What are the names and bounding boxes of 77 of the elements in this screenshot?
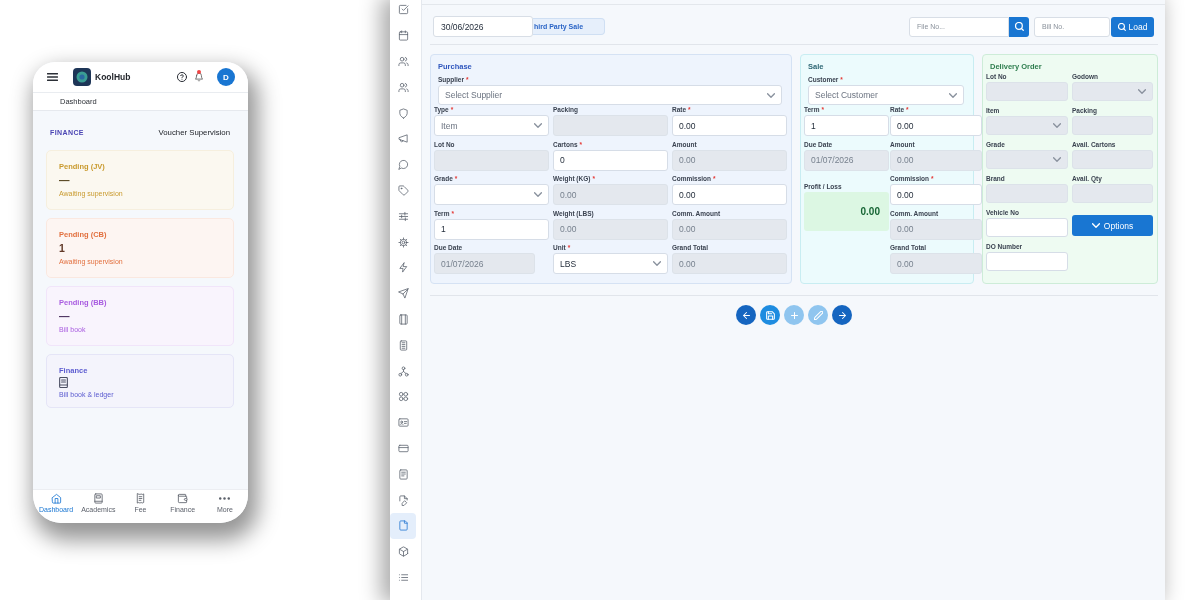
users-icon xyxy=(397,56,409,67)
next-button[interactable] xyxy=(832,305,852,325)
sliders-icon xyxy=(397,210,409,222)
chat-icon xyxy=(397,159,409,171)
card-value: — xyxy=(59,309,70,323)
text-field[interactable]: 1 xyxy=(434,218,549,240)
arrow-right-icon xyxy=(837,310,847,320)
select-field[interactable]: Select Supplier xyxy=(438,85,782,105)
save-button[interactable] xyxy=(760,305,780,325)
id-card-icon xyxy=(397,417,409,429)
help-icon[interactable] xyxy=(177,72,187,82)
network-icon xyxy=(397,365,409,377)
back-button[interactable] xyxy=(736,305,756,325)
more-icon xyxy=(219,497,231,500)
plus-icon xyxy=(789,310,799,320)
calendar-icon xyxy=(397,30,409,42)
search-icon xyxy=(1014,22,1024,31)
text-field[interactable] xyxy=(986,218,1068,237)
chevron-down-icon xyxy=(1091,223,1100,228)
text-field[interactable]: 0 xyxy=(553,149,668,171)
select-field[interactable]: Item xyxy=(434,115,549,136)
avatar[interactable]: D xyxy=(217,68,235,86)
chevron-down-icon xyxy=(1138,89,1146,94)
search-icon xyxy=(1117,22,1126,31)
chevron-down-icon xyxy=(767,92,775,98)
select-field[interactable] xyxy=(434,184,549,205)
save-icon xyxy=(765,310,775,320)
profit-display: 0.00 xyxy=(804,192,889,231)
chevron-down-icon xyxy=(534,192,542,197)
checkbox-icon xyxy=(397,4,409,16)
credit-card-icon xyxy=(397,442,409,454)
text-field[interactable]: 0.00 xyxy=(890,115,982,136)
list-icon xyxy=(397,571,409,583)
text-field[interactable]: 0.00 xyxy=(672,184,787,205)
wallet-icon xyxy=(177,493,189,504)
card-value: 1 xyxy=(59,241,65,255)
columns-icon xyxy=(397,313,409,325)
file-icon xyxy=(397,520,409,532)
card-value: — xyxy=(59,173,70,187)
text-field[interactable]: 0.00 xyxy=(890,184,982,205)
menu-icon[interactable] xyxy=(47,73,58,81)
text-field[interactable] xyxy=(986,252,1068,271)
cube-icon xyxy=(397,546,409,558)
receipt-icon xyxy=(135,493,146,504)
arrow-left-icon xyxy=(741,310,751,320)
load-button[interactable]: Load xyxy=(1111,16,1154,37)
text-field[interactable]: 0.00 xyxy=(672,115,787,136)
sidebar-item[interactable] xyxy=(390,512,416,539)
app-name: KoolHub xyxy=(95,72,131,82)
megaphone-icon xyxy=(397,133,409,145)
bell-icon[interactable] xyxy=(195,72,203,82)
chevron-down-icon xyxy=(1053,157,1061,162)
home-icon xyxy=(50,493,62,504)
shield-icon xyxy=(397,107,409,119)
pencil-icon xyxy=(813,310,823,320)
select-field[interactable]: LBS xyxy=(553,253,668,274)
users-icon xyxy=(397,81,409,93)
chevron-down-icon xyxy=(949,92,957,98)
tag-icon xyxy=(397,184,409,196)
notes-icon xyxy=(397,339,409,351)
grid-icon xyxy=(397,391,409,403)
chevron-down-icon xyxy=(534,123,542,128)
chevron-down-icon xyxy=(653,261,661,266)
document-icon xyxy=(397,468,409,480)
send-icon xyxy=(397,288,409,300)
text-field[interactable]: 1 xyxy=(804,115,889,136)
book-icon xyxy=(59,377,68,388)
select-field[interactable]: Select Customer xyxy=(808,85,964,105)
file-edit-icon xyxy=(397,494,409,506)
options-button[interactable]: Options xyxy=(1072,215,1153,236)
lightning-icon xyxy=(397,262,409,274)
search-button[interactable] xyxy=(1009,16,1029,37)
date-field[interactable]: 30/06/2026 xyxy=(433,16,533,37)
book-icon xyxy=(92,493,104,504)
chevron-down-icon xyxy=(1053,123,1061,128)
app-logo-icon xyxy=(73,68,91,86)
settings-icon xyxy=(397,236,409,248)
